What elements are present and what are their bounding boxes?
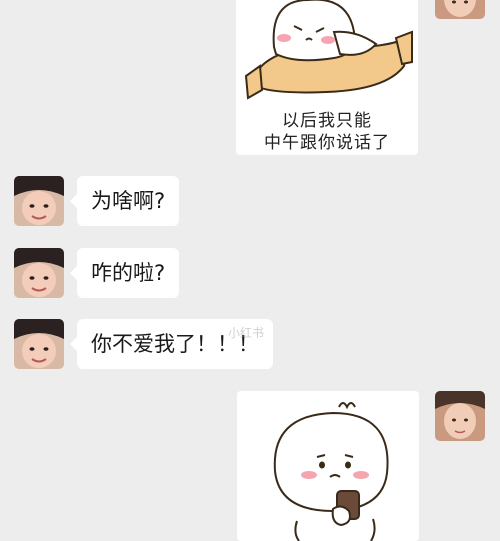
sticker-message[interactable] bbox=[237, 391, 419, 541]
sticker-caption-line2: 中午跟你说话了 bbox=[264, 133, 390, 153]
sticker-caption-line1: 以后我只能 bbox=[282, 111, 372, 131]
my-avatar[interactable] bbox=[435, 0, 485, 19]
contact-avatar[interactable] bbox=[14, 319, 64, 369]
watermark: 小红书 bbox=[228, 326, 265, 340]
message-bubble[interactable]: 为啥啊? bbox=[69, 176, 180, 226]
my-avatar[interactable] bbox=[435, 391, 485, 441]
sticker-message[interactable]: 以后我只能 中午跟你说话了 bbox=[236, 0, 418, 155]
contact-avatar[interactable] bbox=[14, 176, 64, 226]
message-text: 为啥啊? bbox=[91, 189, 166, 213]
message-text: 咋的啦? bbox=[91, 261, 166, 285]
sad-bun-with-phone-sticker bbox=[273, 402, 389, 541]
contact-avatar[interactable] bbox=[14, 248, 64, 298]
message-bubble[interactable]: 咋的啦? bbox=[69, 248, 180, 298]
